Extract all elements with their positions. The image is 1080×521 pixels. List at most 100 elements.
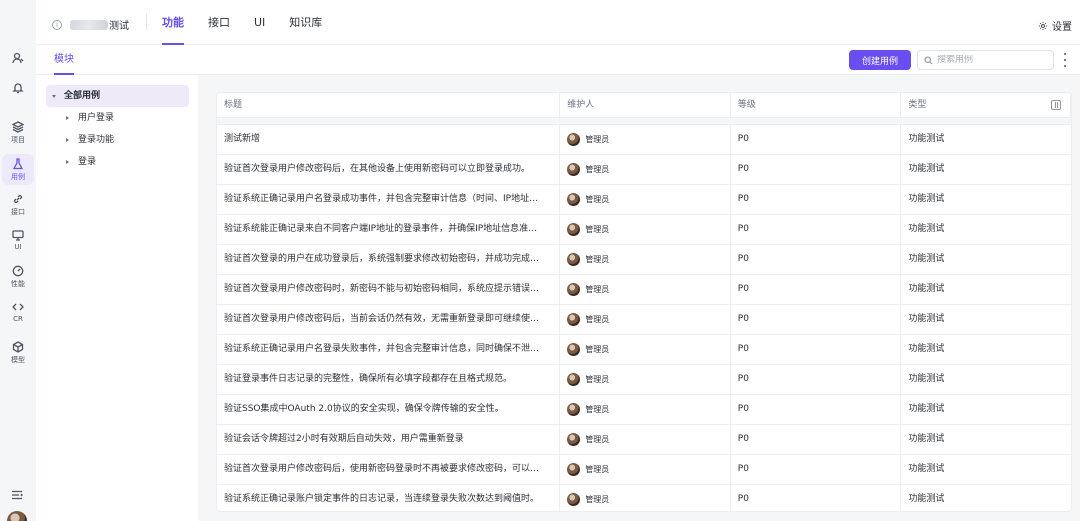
case-title[interactable]: 验证会话令牌超过2小时有效期后自动失效，用户需重新登录 <box>217 425 561 454</box>
case-level: P0 <box>731 305 902 334</box>
case-title[interactable]: 验证首次登录的用户在成功登录后，系统强制要求修改初始密码，并成功完成密码... <box>217 245 561 274</box>
case-type: 功能测试 <box>908 284 945 294</box>
case-title[interactable]: 验证首次登录用户修改密码后，当前会话仍然有效，无需重新登录即可继续使用系... <box>217 305 561 334</box>
table-row[interactable]: 验证系统正确记录账户锁定事件的日志记录，当连续登录失败次数达到阈值时。 管理员 P0… <box>217 485 1071 511</box>
table-row[interactable]: 验证首次登录用户修改密码时，新密码不能与初始密码相同，系统应提示错误并阻... 管… <box>217 275 1071 305</box>
column-header-level[interactable]: 等级 <box>731 93 902 117</box>
table-row[interactable]: 验证SSO集成中OAuth 2.0协议的安全实现，确保令牌传输的安全性。 管理员 P… <box>217 395 1071 425</box>
tab-ui[interactable]: UI <box>254 0 265 45</box>
table-header: 标题 维护人 等级 类型 <box>217 93 1071 118</box>
tree-node-label: 用户登录 <box>78 113 115 123</box>
table-row[interactable]: 验证系统正确记录用户名登录成功事件，并包含完整审计信息（时间、IP地址、登...… <box>217 185 1071 215</box>
more-options-button[interactable] <box>1062 53 1068 67</box>
case-title[interactable]: 验证系统正确记录用户名登录失败事件，并包含完整审计信息，同时确保不泄露具... <box>217 335 561 364</box>
column-header-type[interactable]: 类型 <box>901 93 1071 117</box>
case-title[interactable]: 验证系统正确记录账户锁定事件的日志记录，当连续登录失败次数达到阈值时。 <box>217 485 561 511</box>
user-avatar[interactable] <box>7 511 27 521</box>
case-title[interactable]: 验证首次登录用户修改密码时，新密码不能与初始密码相同，系统应提示错误并阻... <box>217 275 561 304</box>
case-title[interactable]: 测试新增 <box>217 125 561 154</box>
case-owner: 管理员 <box>560 125 731 154</box>
rail-notifications[interactable] <box>2 82 34 94</box>
case-level: P0 <box>731 275 902 304</box>
caret-right-icon[interactable] <box>66 160 69 164</box>
case-title[interactable]: 验证系统正确记录用户名登录成功事件，并包含完整审计信息（时间、IP地址、登... <box>217 185 561 214</box>
tree-node-all-cases[interactable]: 全部用例 <box>46 85 189 107</box>
rail-label: UI <box>14 243 22 251</box>
avatar <box>567 313 581 326</box>
tree-node-login[interactable]: 登录 <box>36 151 198 173</box>
owner-name: 管理员 <box>585 345 610 354</box>
owner-name: 管理员 <box>585 165 610 174</box>
tree-node-user-login[interactable]: 用户登录 <box>36 107 198 129</box>
case-owner: 管理员 <box>560 395 731 424</box>
rail-item-api[interactable]: 接口 <box>2 193 34 217</box>
tab-functional[interactable]: 功能 <box>162 0 184 45</box>
column-header-title[interactable]: 标题 <box>217 93 561 117</box>
header-divider <box>146 14 147 30</box>
owner-name: 管理员 <box>585 405 610 414</box>
link-icon <box>13 194 23 204</box>
case-level: P0 <box>731 185 902 214</box>
case-type: 功能测试 <box>908 254 945 264</box>
tree-node-label: 登录 <box>78 157 97 167</box>
rail-item-model[interactable]: 模型 <box>2 341 34 365</box>
table-row[interactable]: 验证系统能正确记录来自不同客户端IP地址的登录事件，并确保IP地址信息准确无..… <box>217 215 1071 245</box>
case-owner: 管理员 <box>560 485 731 511</box>
caret-right-icon[interactable] <box>66 116 69 120</box>
settings-label: 设置 <box>1052 22 1072 33</box>
avatar <box>567 343 581 356</box>
tab-api[interactable]: 接口 <box>208 0 230 45</box>
table-body: 测试新增 管理员 P0 功能测试 验证首次登录用户修改密码后，在其他设备上使用新密码可以… <box>217 125 1071 511</box>
rail-item-cr[interactable]: CR <box>2 301 34 323</box>
project-name-suffix: 测试 <box>109 21 129 32</box>
table-row[interactable]: 测试新增 管理员 P0 功能测试 <box>217 125 1071 155</box>
search-box[interactable] <box>917 50 1054 70</box>
case-title[interactable]: 验证SSO集成中OAuth 2.0协议的安全实现，确保令牌传输的安全性。 <box>217 395 561 424</box>
case-level: P0 <box>731 365 902 394</box>
table-row[interactable]: 验证会话令牌超过2小时有效期后自动失效，用户需重新登录 管理员 P0 功能测试 <box>217 425 1071 455</box>
owner-name: 管理员 <box>585 195 610 204</box>
project-selector[interactable]: i 测试 <box>52 17 129 32</box>
case-title[interactable]: 验证登录事件日志记录的完整性，确保所有必填字段都存在且格式规范。 <box>217 365 561 394</box>
owner-name: 管理员 <box>585 255 610 264</box>
rail-item-cases[interactable]: 用例 <box>2 154 34 185</box>
project-name-blurred <box>70 19 108 30</box>
collapse-menu-button[interactable] <box>11 489 23 504</box>
tree-node-login-feature[interactable]: 登录功能 <box>36 129 198 151</box>
table-row[interactable]: 验证系统正确记录用户名登录失败事件，并包含完整审计信息，同时确保不泄露具... 管… <box>217 335 1071 365</box>
rail-item-project[interactable]: 项目 <box>2 121 34 145</box>
top-header: i 测试 功能 接口 UI 知识库 设置 <box>36 0 1080 45</box>
settings-button[interactable]: 设置 <box>1038 18 1072 33</box>
caret-right-icon[interactable] <box>66 138 69 142</box>
case-type: 功能测试 <box>908 464 945 474</box>
column-settings-icon[interactable] <box>1051 100 1061 110</box>
monitor-icon <box>12 230 24 241</box>
rail-user[interactable] <box>2 52 34 64</box>
create-case-button[interactable]: 创建用例 <box>849 50 911 70</box>
table-row[interactable]: 验证首次登录用户修改密码后，当前会话仍然有效，无需重新登录即可继续使用系... 管… <box>217 305 1071 335</box>
column-header-owner[interactable]: 维护人 <box>560 93 731 117</box>
case-level: P0 <box>731 455 902 484</box>
table-row[interactable]: 验证首次登录用户修改密码后，在其他设备上使用新密码可以立即登录成功。 管理员 P0 功… <box>217 155 1071 185</box>
case-owner: 管理员 <box>560 275 731 304</box>
rail-item-performance[interactable]: 性能 <box>2 265 34 289</box>
main-content: 标题 维护人 等级 类型 测试新增 管理员 P0 功能测试 验证首次登录用户修改密码后，… <box>198 75 1080 521</box>
caret-down-icon[interactable] <box>52 94 56 98</box>
case-type: 功能测试 <box>908 434 945 444</box>
case-title[interactable]: 验证首次登录用户修改密码后，在其他设备上使用新密码可以立即登录成功。 <box>217 155 561 184</box>
case-title[interactable]: 验证首次登录用户修改密码后，使用新密码登录时不再被要求修改密码，可以正常... <box>217 455 561 484</box>
rail-label: 用例 <box>11 173 25 181</box>
owner-name: 管理员 <box>585 135 610 144</box>
case-type: 功能测试 <box>908 314 945 324</box>
table-row[interactable]: 验证首次登录的用户在成功登录后，系统强制要求修改初始密码，并成功完成密码... 管… <box>217 245 1071 275</box>
rail-item-ui[interactable]: UI <box>2 229 34 251</box>
case-title[interactable]: 验证系统能正确记录来自不同客户端IP地址的登录事件，并确保IP地址信息准确无..… <box>217 215 561 244</box>
case-type: 功能测试 <box>908 404 945 414</box>
table-row[interactable]: 验证登录事件日志记录的完整性，确保所有必填字段都存在且格式规范。 管理员 P0 功能测… <box>217 365 1071 395</box>
case-level: P0 <box>731 485 902 511</box>
search-input[interactable] <box>937 55 1047 65</box>
user-icon <box>12 52 24 64</box>
tab-knowledge-base[interactable]: 知识库 <box>289 0 322 45</box>
table-row[interactable]: 验证首次登录用户修改密码后，使用新密码登录时不再被要求修改密码，可以正常... 管… <box>217 455 1071 485</box>
tab-module[interactable]: 模块 <box>54 45 74 75</box>
